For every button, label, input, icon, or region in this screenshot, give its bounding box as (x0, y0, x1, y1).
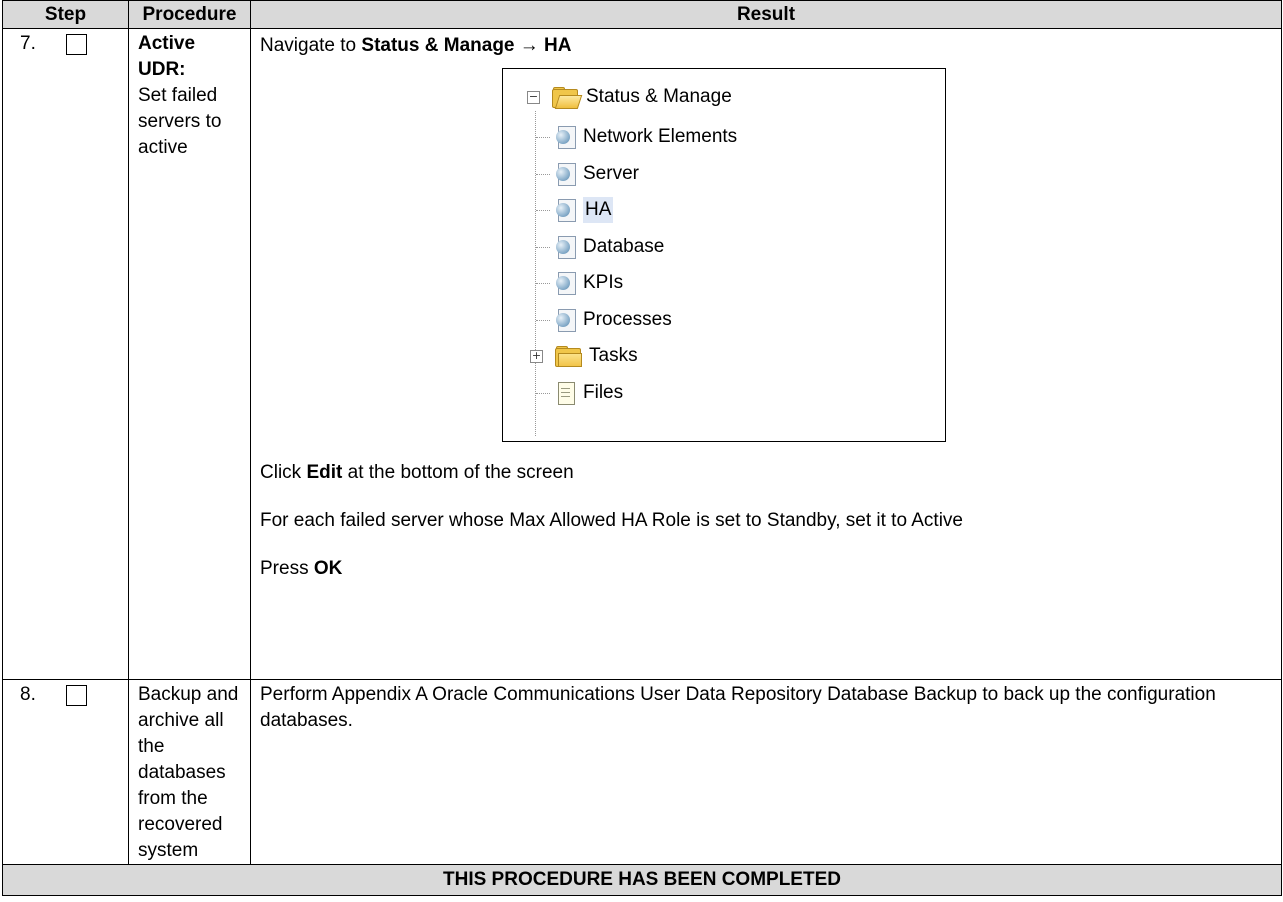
tree-label: Network Elements (583, 126, 738, 147)
tree-label-selected: HA (583, 197, 614, 223)
press-prefix: Press (260, 558, 314, 579)
procedure-text: Set failed servers to active (138, 85, 222, 158)
tree-item-database[interactable]: Database (536, 233, 664, 261)
step-7-procedure: Active UDR: Set failed servers to active (128, 28, 251, 680)
procedure-document: Step Procedure Result 7. Active UDR: Set… (0, 0, 1283, 896)
page-icon (556, 271, 576, 295)
click-prefix: Click (260, 462, 307, 483)
step-8-procedure: Backup and archive all the databases fro… (128, 679, 251, 865)
page-icon (556, 235, 576, 259)
nav-prefix: Navigate to (260, 35, 362, 56)
click-suffix: at the bottom of the screen (342, 462, 574, 483)
procedure-complete-banner: THIS PROCEDURE HAS BEEN COMPLETED (2, 864, 1282, 896)
nav-path: Status & Manage → HA (361, 35, 572, 56)
tree-item-kpis[interactable]: KPIs (536, 269, 623, 297)
edit-bold: Edit (306, 462, 343, 483)
procedure-bold-label: Active UDR: (138, 33, 196, 80)
procedure-text: Backup and archive all the databases fro… (138, 684, 239, 861)
tree-root-status-manage[interactable]: − Status & Manage (527, 83, 732, 111)
step-header: Step (2, 0, 129, 29)
tree-label: Database (583, 236, 665, 257)
ok-bold: OK (313, 558, 343, 579)
tree-label: Server (583, 163, 639, 184)
result-header: Result (250, 0, 1282, 29)
tree-item-ha[interactable]: HA (536, 196, 614, 224)
navigation-tree-screenshot: − Status & Manage Network Elements Serve… (502, 68, 946, 442)
tree-label: Status & Manage (586, 86, 732, 107)
step-8-result: Perform Appendix A Oracle Communications… (250, 679, 1282, 865)
step-checkbox[interactable] (66, 685, 87, 706)
result-text: Perform Appendix A Oracle Communications… (260, 684, 1216, 731)
step-8-row: 8. Backup and archive all the databases … (2, 679, 1282, 865)
step-7-cell: 7. (2, 28, 129, 680)
step-number: 7. (20, 33, 36, 54)
document-icon (556, 381, 576, 405)
page-icon (556, 125, 576, 149)
step-8-cell: 8. (2, 679, 129, 865)
step-checkbox[interactable] (66, 34, 87, 55)
page-icon (556, 162, 576, 186)
tree-item-processes[interactable]: Processes (536, 306, 672, 334)
tree-item-tasks[interactable]: + Tasks (530, 342, 638, 370)
tree-label: KPIs (583, 272, 624, 293)
tree-label: Tasks (589, 345, 638, 366)
open-folder-icon (552, 87, 583, 109)
collapse-icon[interactable]: − (527, 90, 540, 104)
step-number: 8. (20, 684, 36, 705)
step-7-result: Navigate to Status & Manage → HA − Statu… (250, 28, 1282, 680)
tree-item-files[interactable]: Files (536, 379, 623, 407)
page-icon (556, 308, 576, 332)
procedure-header: Procedure (128, 0, 251, 29)
tree-label: Files (583, 382, 624, 403)
completion-row: THIS PROCEDURE HAS BEEN COMPLETED (2, 864, 1282, 896)
page-icon (556, 198, 576, 222)
step-7-row: 7. Active UDR: Set failed servers to act… (2, 28, 1282, 680)
tree-item-server[interactable]: Server (536, 160, 639, 188)
tree-label: Processes (583, 309, 672, 330)
header-row: Step Procedure Result (2, 0, 1282, 29)
folder-icon (555, 346, 582, 367)
expand-icon[interactable]: + (530, 349, 543, 363)
tree-item-network-elements[interactable]: Network Elements (536, 123, 737, 151)
each-failed-server-text: For each failed server whose Max Allowed… (260, 510, 963, 531)
procedure-table: Step Procedure Result 7. Active UDR: Set… (2, 0, 1282, 896)
